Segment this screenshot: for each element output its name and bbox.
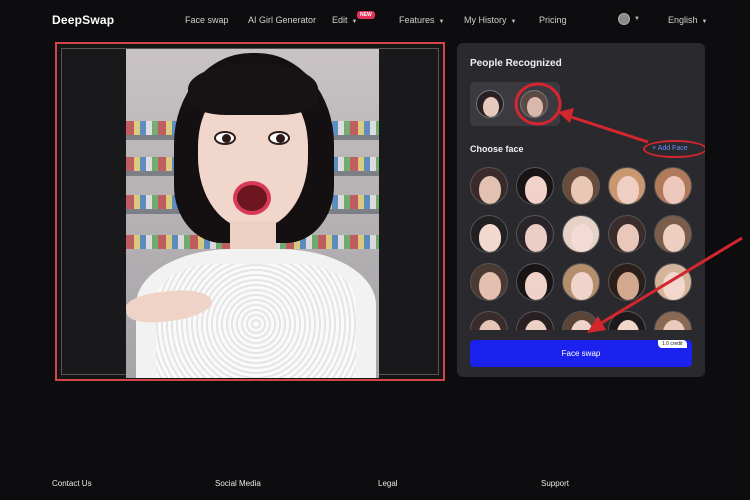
face-option-1[interactable] bbox=[470, 167, 508, 205]
nav-features[interactable]: Features ▼ bbox=[399, 15, 444, 25]
nav-pricing[interactable]: Pricing bbox=[539, 15, 567, 25]
top-navigation: DeepSwap Face swap AI Girl Generator Edi… bbox=[0, 0, 750, 40]
nav-face-swap[interactable]: Face swap bbox=[185, 15, 229, 25]
source-video-image bbox=[126, 49, 379, 378]
chevron-down-icon: ▼ bbox=[351, 19, 358, 25]
footer-legal[interactable]: Legal bbox=[378, 479, 398, 488]
face-option-2[interactable] bbox=[516, 167, 554, 205]
nav-features-label: Features bbox=[399, 15, 435, 25]
face-swap-panel: People Recognized Choose face + Add Face… bbox=[457, 43, 705, 377]
face-option-20[interactable] bbox=[654, 311, 692, 330]
footer-support[interactable]: Support bbox=[541, 479, 569, 488]
add-face-label: + Add Face bbox=[652, 145, 688, 152]
new-badge: NEW bbox=[357, 11, 375, 19]
face-option-3[interactable] bbox=[562, 167, 600, 205]
face-option-13[interactable] bbox=[562, 263, 600, 301]
recognized-face-2[interactable] bbox=[520, 90, 548, 118]
language-label: English bbox=[668, 15, 698, 25]
video-preview-frame bbox=[55, 42, 445, 381]
footer-contact-us[interactable]: Contact Us bbox=[52, 479, 92, 488]
face-option-19[interactable] bbox=[608, 311, 646, 330]
nav-edit-label: Edit bbox=[332, 15, 348, 25]
footer-social-media[interactable]: Social Media bbox=[215, 479, 261, 488]
face-option-16[interactable] bbox=[470, 311, 508, 330]
face-option-14[interactable] bbox=[608, 263, 646, 301]
face-option-11[interactable] bbox=[470, 263, 508, 301]
nav-ai-girl-generator[interactable]: AI Girl Generator bbox=[248, 15, 316, 25]
face-option-12[interactable] bbox=[516, 263, 554, 301]
chevron-down-icon: ▼ bbox=[701, 19, 708, 25]
face-option-4[interactable] bbox=[608, 167, 646, 205]
face-option-5[interactable] bbox=[654, 167, 692, 205]
credit-badge: 1.0 credit bbox=[658, 340, 687, 348]
choose-face-title: Choose face bbox=[470, 144, 524, 154]
nav-my-history-label: My History bbox=[464, 15, 507, 25]
people-recognized-title: People Recognized bbox=[470, 58, 562, 69]
face-option-6[interactable] bbox=[470, 215, 508, 253]
chevron-down-icon: ▼ bbox=[510, 19, 517, 25]
recognized-faces-box bbox=[470, 82, 560, 126]
face-option-15[interactable] bbox=[654, 263, 692, 301]
chevron-down-icon[interactable]: ▼ bbox=[634, 16, 640, 22]
nav-edit[interactable]: Edit ▼ bbox=[332, 15, 357, 25]
deepswap-logo[interactable]: DeepSwap bbox=[52, 13, 114, 27]
face-option-17[interactable] bbox=[516, 311, 554, 330]
face-choice-grid bbox=[470, 167, 702, 330]
face-option-7[interactable] bbox=[516, 215, 554, 253]
video-preview[interactable] bbox=[61, 48, 439, 378]
chevron-down-icon: ▼ bbox=[438, 19, 445, 25]
add-face-button[interactable]: + Add Face bbox=[643, 140, 705, 158]
user-avatar-icon[interactable] bbox=[618, 13, 630, 25]
face-option-10[interactable] bbox=[654, 215, 692, 253]
face-option-18[interactable] bbox=[562, 311, 600, 330]
language-selector[interactable]: English ▼ bbox=[668, 15, 707, 25]
face-option-8[interactable] bbox=[562, 215, 600, 253]
face-option-9[interactable] bbox=[608, 215, 646, 253]
nav-my-history[interactable]: My History ▼ bbox=[464, 15, 516, 25]
recognized-face-1[interactable] bbox=[476, 90, 504, 118]
